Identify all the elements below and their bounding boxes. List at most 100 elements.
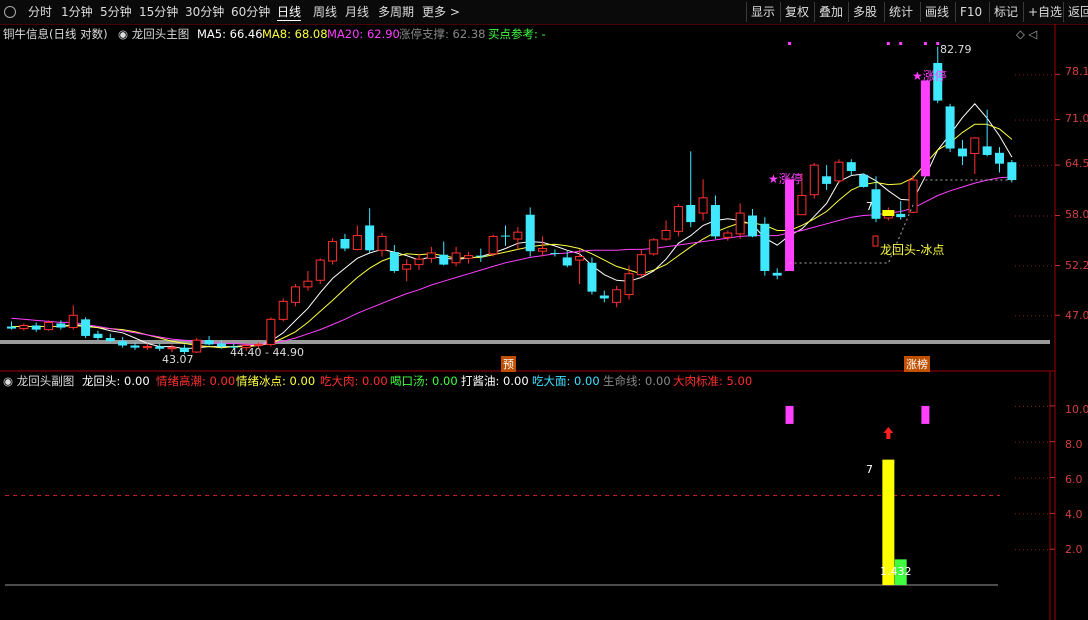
grid-dot <box>1043 265 1044 267</box>
grid-dot <box>1019 74 1020 76</box>
signal-bar <box>785 405 794 424</box>
grid-dot <box>1035 265 1036 267</box>
candle-body <box>44 321 54 331</box>
grid-dot <box>1039 74 1040 76</box>
sub-grid-dot <box>1023 549 1024 551</box>
candle-body <box>179 347 189 352</box>
candle-body <box>414 258 424 266</box>
candle-body <box>328 241 338 262</box>
grid-dot <box>1043 119 1044 121</box>
sub-grid-dot <box>1027 513 1028 515</box>
candle-body <box>735 212 745 235</box>
signal-dot <box>936 42 940 45</box>
sub-grid-dot <box>1027 477 1028 479</box>
sub-grid-dot <box>1019 477 1020 479</box>
sub-grid-dot <box>1031 513 1032 515</box>
candle-body <box>748 215 757 237</box>
candle-body <box>365 225 375 251</box>
candle-body <box>970 137 980 155</box>
sub-grid-dot <box>1047 513 1048 515</box>
candle-body <box>142 346 152 349</box>
candle-body <box>797 195 807 216</box>
seven-main-label: 7 <box>866 200 873 213</box>
candle-body <box>587 262 597 292</box>
candle-body <box>488 235 498 255</box>
grid-dot <box>1023 74 1024 76</box>
candle-body <box>908 179 918 213</box>
sub-grid-dot <box>1019 549 1020 551</box>
sub-grid-dot <box>1035 441 1036 443</box>
ma-line-ma8 <box>11 123 1013 349</box>
sub-grid-dot <box>1035 513 1036 515</box>
grid-dot <box>1023 315 1024 317</box>
candle-body <box>19 324 29 330</box>
grid-dot <box>1027 119 1028 121</box>
candle-body <box>834 161 844 182</box>
sub-value-label: 1.432 <box>880 565 912 578</box>
candle-body <box>216 343 226 347</box>
candle-body <box>995 152 1004 164</box>
sub-grid-dot <box>1047 477 1048 479</box>
candle-body <box>809 164 819 196</box>
signal-dot <box>923 42 927 45</box>
candle-body <box>315 259 325 281</box>
grid-dot <box>1019 119 1020 121</box>
candle-body <box>68 314 78 329</box>
candle-body <box>451 252 461 264</box>
grid-dot <box>1015 119 1016 121</box>
grid-dot <box>1019 215 1020 217</box>
grid-dot <box>1051 315 1052 317</box>
sub-grid-dot <box>1043 513 1044 515</box>
sub-grid-dot <box>1023 513 1024 515</box>
signal-dot <box>899 42 903 45</box>
sub-grid-dot <box>1027 549 1028 551</box>
sub-grid-dot <box>1019 513 1020 515</box>
grid-dot <box>1047 165 1048 167</box>
grid-dot <box>1031 74 1032 76</box>
kline-chart[interactable] <box>0 0 1088 620</box>
limit-up-label: ★涨停 <box>768 172 803 186</box>
candle-body <box>1007 162 1017 181</box>
grid-dot <box>1027 315 1028 317</box>
candle-body <box>389 252 399 271</box>
sub-grid-dot <box>1043 441 1044 443</box>
candle-body <box>562 257 572 266</box>
grid-dot <box>1035 74 1036 76</box>
candle-body <box>957 148 967 157</box>
grid-dot <box>1027 215 1028 217</box>
ma-line-ma20 <box>11 176 1012 345</box>
sub-grid-dot <box>1023 441 1024 443</box>
sub-grid-dot <box>1023 477 1024 479</box>
grid-dot <box>1019 265 1020 267</box>
candle-body <box>896 213 906 218</box>
candle-body <box>56 323 66 328</box>
candle-body <box>785 179 795 271</box>
grid-dot <box>1031 315 1032 317</box>
grid-dot <box>1051 119 1052 121</box>
dragon-ice-label: 龙回头-冰点 <box>880 243 945 257</box>
sub-grid-dot <box>1043 405 1044 407</box>
grid-dot <box>1035 315 1036 317</box>
grid-dot <box>1043 74 1044 76</box>
candle-body <box>81 319 91 336</box>
grid-dot <box>1035 165 1036 167</box>
candle-body <box>982 146 992 155</box>
candle-body <box>93 333 103 339</box>
sub-grid-dot <box>1031 477 1032 479</box>
sub-seven-label: 7 <box>866 463 873 476</box>
sub-grid-dot <box>1015 405 1016 407</box>
candle-body <box>340 238 350 249</box>
candle-body <box>167 347 177 350</box>
candle-body <box>130 345 140 348</box>
grid-dot <box>1043 215 1044 217</box>
grid-dot <box>1043 315 1044 317</box>
grid-dot <box>1051 74 1052 76</box>
grid-dot <box>1047 119 1048 121</box>
candle-body <box>772 272 782 276</box>
grid-dot <box>1023 265 1024 267</box>
candle-body <box>204 340 214 345</box>
grid-dot <box>1023 215 1024 217</box>
sub-grid-dot <box>1023 405 1024 407</box>
candle-body <box>439 254 449 265</box>
candle-body <box>463 255 473 259</box>
